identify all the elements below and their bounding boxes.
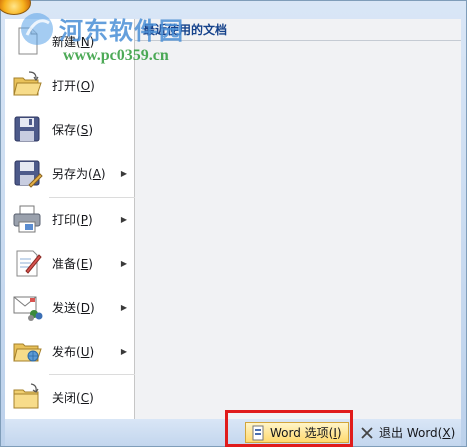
- office-menu-commands: 新建(N) 打开(O) 保存(S) 另存为(A) ▶ 打印(P) ▶ 准备(E)…: [5, 19, 135, 419]
- highlight-annotation: [225, 410, 353, 447]
- office-menu-window: 新建(N) 打开(O) 保存(S) 另存为(A) ▶ 打印(P) ▶ 准备(E)…: [0, 0, 467, 447]
- submenu-arrow-icon: ▶: [120, 258, 127, 268]
- recent-documents-header: 最近使用的文档: [135, 19, 461, 41]
- submenu-arrow-icon: ▶: [120, 346, 127, 356]
- folder-open-icon: [11, 69, 43, 101]
- office-button[interactable]: [0, 0, 31, 15]
- menu-item-save-as[interactable]: 另存为(A) ▶: [5, 153, 135, 193]
- send-mail-icon: [11, 291, 43, 323]
- prepare-document-icon: [11, 247, 43, 279]
- close-icon: [359, 425, 375, 441]
- submenu-arrow-icon: ▶: [120, 214, 127, 224]
- menu-separator: [49, 197, 135, 198]
- menu-item-open[interactable]: 打开(O): [5, 65, 135, 105]
- exit-word-button[interactable]: 退出 Word(X): [355, 422, 459, 443]
- close-folder-icon: [11, 381, 43, 413]
- save-as-icon: [11, 157, 43, 189]
- menu-item-publish[interactable]: 发布(U) ▶: [5, 331, 135, 371]
- menu-item-prepare[interactable]: 准备(E) ▶: [5, 243, 135, 283]
- recent-documents-panel: 最近使用的文档: [135, 19, 461, 419]
- menu-item-send[interactable]: 发送(D) ▶: [5, 287, 135, 327]
- submenu-arrow-icon: ▶: [120, 168, 127, 178]
- publish-folder-icon: [11, 335, 43, 367]
- submenu-arrow-icon: ▶: [120, 302, 127, 312]
- menu-separator: [49, 374, 135, 375]
- menu-item-save[interactable]: 保存(S): [5, 109, 135, 149]
- menu-item-print[interactable]: 打印(P) ▶: [5, 199, 135, 239]
- menu-item-close[interactable]: 关闭(C): [5, 377, 135, 417]
- printer-icon: [11, 203, 43, 235]
- new-document-icon: [11, 25, 43, 57]
- menu-item-new[interactable]: 新建(N): [5, 21, 135, 61]
- floppy-disk-icon: [11, 113, 43, 145]
